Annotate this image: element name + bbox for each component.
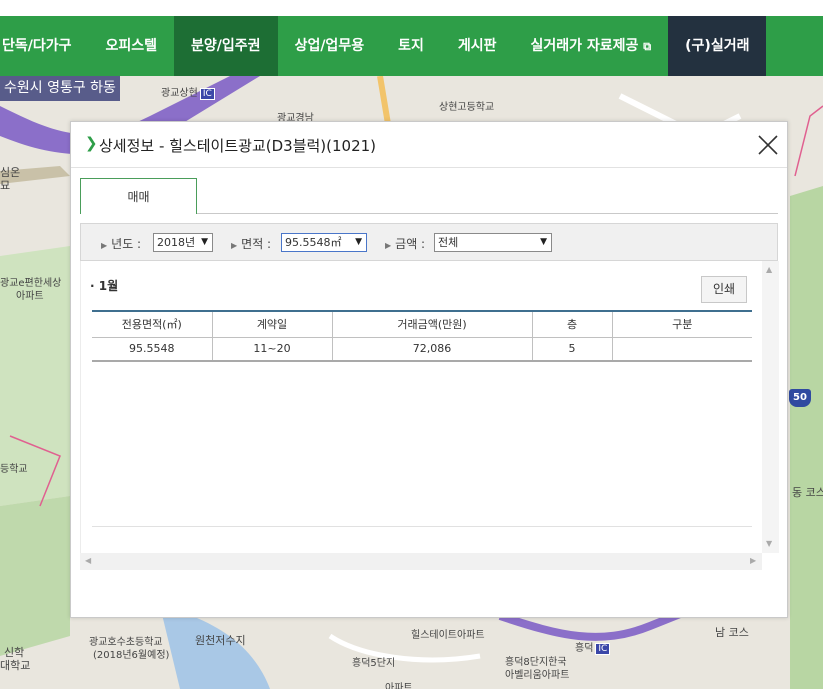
map-label-lake: 원천저수지 [195, 634, 246, 647]
map-label-hills-apt: 힐스테이트아파트 [411, 630, 485, 641]
map-label-elementary-note: (2018년6월예정) [93, 650, 170, 661]
header-price: 거래금액(만원) [331, 310, 532, 338]
cell-contract-date: 11~20 [211, 337, 332, 362]
scroll-right-icon[interactable]: ▶ [750, 556, 756, 565]
external-link-icon: ⧉ [643, 40, 652, 53]
price-select[interactable]: 전체 ▼ [434, 233, 552, 252]
tab-divider [197, 213, 778, 214]
header-floor: 층 [531, 310, 612, 338]
triangle-right-icon: ▶ [101, 241, 108, 250]
nav-item-commercial[interactable]: 상업/업무용 [278, 16, 382, 76]
map-label-heungdeok5b: 아파트 [385, 683, 413, 689]
header-contract-date: 계약일 [211, 310, 332, 338]
horizontal-scrollbar[interactable]: ◀ ▶ [80, 553, 762, 570]
chevron-right-icon: ❯ [85, 134, 98, 152]
nav-item-board[interactable]: 게시판 [441, 16, 514, 76]
dropdown-arrow-icon: ▼ [355, 237, 362, 247]
scroll-down-icon[interactable]: ▼ [766, 539, 772, 548]
map-label-school-left: 등학교 [0, 464, 28, 475]
header-type: 구분 [611, 310, 752, 338]
price-filter-label: ▶ 금액 : [385, 237, 426, 251]
map-label-apt-left2: 아파트 [16, 291, 44, 302]
divider [92, 526, 752, 527]
nav-item-presale[interactable]: 분양/입주권 [174, 16, 278, 76]
table-row: 95.5548 11~20 72,086 5 [92, 337, 752, 362]
cell-floor: 5 [531, 337, 612, 362]
area-filter-label: ▶ 면적 : [231, 237, 272, 251]
popup-header: ❯ 상세정보 - 힐스테이트광교(D3블럭)(1021) [71, 122, 787, 168]
year-filter-label: ▶ 년도 : [101, 237, 142, 251]
map-label-heungdeok-ic: 흥덕 IC [575, 639, 611, 655]
nav-item-data-service[interactable]: 실거래가 자료제공 ⧉ [513, 16, 668, 76]
nav-item-data-service-label: 실거래가 자료제공 [530, 38, 639, 54]
map-label-course2: 동 코스 [792, 486, 823, 499]
dropdown-arrow-icon: ▼ [201, 237, 208, 247]
results-panel[interactable]: · 1월 인쇄 전용면적(㎡) 계약일 거래금액(만원) 층 구분 95.554… [80, 261, 778, 553]
map-label-course1: 남 코스 [715, 626, 749, 639]
page-root: 단독/다가구 오피스텔 분양/입주권 상업/업무용 토지 게시판 실거래가 자료… [0, 0, 823, 689]
year-select[interactable]: 2018년 ▼ [153, 233, 213, 252]
map-label-gwanggyo-ic: 광교상현 IC [161, 84, 215, 100]
triangle-right-icon: ▶ [385, 241, 392, 250]
top-strip [0, 0, 823, 16]
scroll-left-icon[interactable]: ◀ [85, 556, 91, 565]
cell-type [611, 337, 752, 362]
map-label-heungdeok-apt2: 아벨리움아파트 [505, 670, 570, 681]
location-label: 수원시 영통구 하동 [0, 76, 120, 101]
detail-popup: ❯ 상세정보 - 힐스테이트광교(D3블럭)(1021) 매매 ▶ 년도 : 20… [70, 121, 788, 618]
nav-item-land[interactable]: 토지 [381, 16, 441, 76]
main-nav: 단독/다가구 오피스텔 분양/입주권 상업/업무용 토지 게시판 실거래가 자료… [0, 16, 823, 76]
header-area: 전용면적(㎡) [92, 310, 212, 338]
scroll-up-icon[interactable]: ▲ [766, 265, 772, 274]
cell-price: 72,086 [331, 337, 532, 362]
map-label-sanghyeon-school: 상현고등학교 [439, 102, 495, 113]
table-header-row: 전용면적(㎡) 계약일 거래금액(만원) 층 구분 [92, 310, 752, 338]
triangle-right-icon: ▶ [231, 241, 238, 250]
print-button[interactable]: 인쇄 [701, 276, 747, 303]
close-icon[interactable] [757, 134, 779, 156]
nav-item-officetel[interactable]: 오피스텔 [89, 16, 175, 76]
popup-title: 상세정보 - 힐스테이트광교(D3블럭)(1021) [99, 137, 377, 155]
cell-area: 95.5548 [92, 337, 212, 362]
dropdown-arrow-icon: ▼ [540, 237, 547, 247]
area-select[interactable]: 95.5548㎡ ▼ [281, 233, 367, 252]
map-label-univ2: 대학교 [0, 659, 31, 672]
map-label-myo: 묘 [0, 179, 11, 192]
month-heading: · 1월 [90, 279, 119, 293]
nav-item-detached-house[interactable]: 단독/다가구 [0, 16, 89, 76]
vertical-scrollbar[interactable]: ▲ ▼ [762, 261, 779, 553]
nav-item-old-transactions[interactable]: (구)실거래 [668, 16, 767, 76]
filter-bar: ▶ 년도 : 2018년 ▼ ▶ 면적 : 95.5548㎡ ▼ ▶ 금액 : 전체 ▼ [80, 223, 778, 261]
transaction-table: 전용면적(㎡) 계약일 거래금액(만원) 층 구분 95.5548 11~20 … [92, 310, 752, 362]
map-label-heungdeok5: 흥덕5단지 [352, 658, 396, 669]
tab-sale[interactable]: 매매 [80, 178, 197, 214]
highway-shield: 50 [789, 389, 811, 407]
